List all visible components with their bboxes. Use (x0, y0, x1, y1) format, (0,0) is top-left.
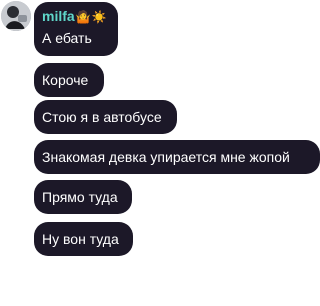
message-bubble-4[interactable]: Знакомая девка упирается мне жопой (34, 140, 320, 174)
sender-name-row: milfa🤷☀️ (42, 8, 107, 26)
message-bubble-1[interactable]: milfa🤷☀️ А ебать (34, 2, 118, 56)
message-bubble-3[interactable]: Стою я в автобусе (34, 100, 177, 134)
message-text: Стою я в автобусе (42, 108, 162, 125)
message-bubble-2[interactable]: Короче (34, 63, 104, 97)
message-text: Короче (42, 71, 89, 88)
sender-name[interactable]: milfa (42, 8, 75, 24)
message-bubble-6[interactable]: Ну вон туда (34, 222, 133, 256)
avatar-icon (1, 1, 31, 31)
sun-emoji-icon: ☀️ (91, 10, 107, 24)
sender-avatar[interactable] (1, 1, 31, 31)
shrug-emoji-icon: 🤷 (75, 10, 91, 24)
message-bubble-5[interactable]: Прямо туда (34, 180, 132, 214)
message-text: Прямо туда (42, 188, 118, 205)
message-text: Ну вон туда (42, 230, 119, 247)
message-text: Знакомая девка упирается мне жопой (42, 148, 290, 165)
message-text: А ебать (42, 30, 92, 46)
